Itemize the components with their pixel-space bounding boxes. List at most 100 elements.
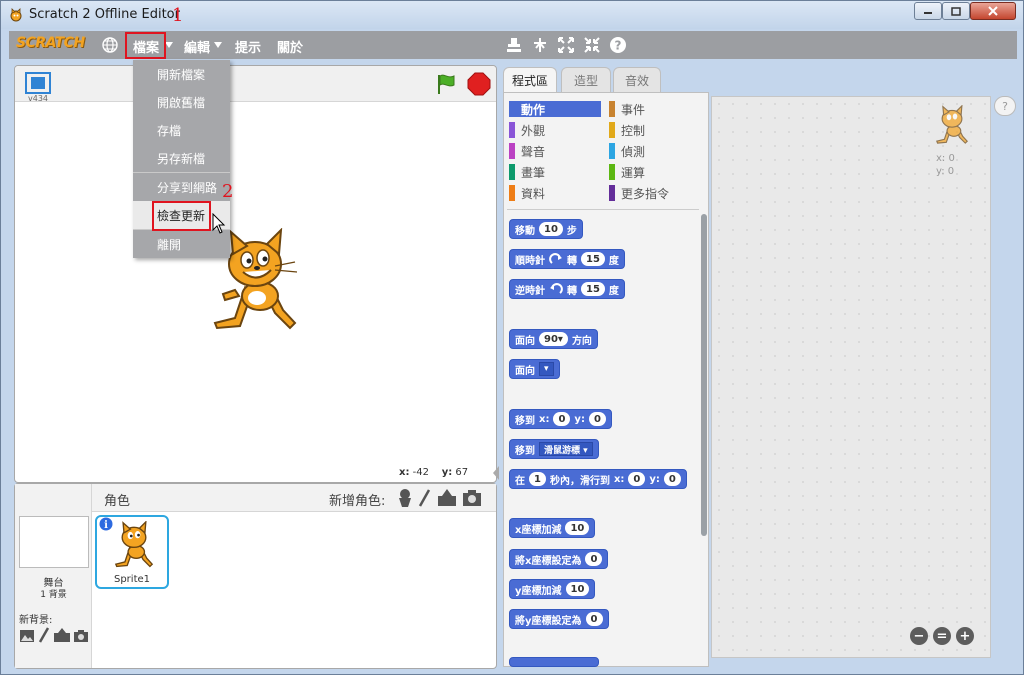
close-icon bbox=[988, 6, 998, 16]
chevron-down-icon bbox=[165, 42, 173, 48]
mouse-coordinates: x: -42 y: 67 bbox=[399, 467, 468, 478]
step-number-2: 2 bbox=[222, 181, 234, 202]
block-point-towards[interactable]: 面向 ▾ bbox=[509, 359, 560, 379]
block-change-x[interactable]: x座標加減 10 bbox=[509, 518, 596, 538]
palette-divider bbox=[507, 209, 699, 210]
cut-scissors-icon[interactable] bbox=[531, 36, 549, 54]
scratch-logo[interactable]: SCRATCH bbox=[16, 35, 85, 51]
tab-scripts[interactable]: 程式區 bbox=[503, 67, 557, 93]
scratch-cat-thumbnail bbox=[114, 521, 154, 568]
menu-item-open[interactable]: 開啟舊檔 bbox=[133, 88, 230, 116]
menu-item-save-as[interactable]: 另存新檔 bbox=[133, 144, 230, 172]
tab-costumes[interactable]: 造型 bbox=[561, 67, 611, 93]
mouse-cursor-icon bbox=[212, 213, 226, 234]
minimize-button[interactable] bbox=[914, 2, 942, 20]
grow-arrows-icon[interactable] bbox=[557, 36, 575, 54]
category-operators[interactable]: 運算 bbox=[609, 164, 701, 180]
sprite-pane: 舞台 1 背景 新背景: 角色 新增角色: i Sprite1 bbox=[14, 483, 497, 669]
menu-item-save[interactable]: 存檔 bbox=[133, 116, 230, 144]
sprite-thumbnail-selected[interactable]: i Sprite1 bbox=[95, 515, 169, 589]
title-bar: Scratch 2 Offline Editor bbox=[1, 1, 1023, 29]
category-data[interactable]: 資料 bbox=[509, 185, 601, 201]
sprite-header: 角色 新增角色: bbox=[92, 484, 496, 512]
app-window: Scratch 2 Offline Editor SCRATCH 檔案 編輯 提… bbox=[0, 0, 1024, 675]
chevron-down-icon bbox=[214, 42, 222, 48]
menu-item-share[interactable]: 分享到網路 bbox=[133, 173, 230, 201]
sprite-x-readout: x: 0 bbox=[936, 153, 955, 164]
sprite-library-icon[interactable] bbox=[396, 488, 414, 508]
version-label: v434 bbox=[28, 94, 49, 103]
zoom-reset-icon[interactable]: = bbox=[933, 627, 951, 645]
new-backdrop-label: 新背景: bbox=[19, 615, 53, 626]
category-motion[interactable]: 動作 bbox=[509, 101, 601, 117]
paint-sprite-icon[interactable] bbox=[417, 488, 431, 508]
category-pen[interactable]: 畫筆 bbox=[509, 164, 601, 180]
stage-thumbnail[interactable] bbox=[19, 516, 89, 568]
block-turn-left[interactable]: 逆時針 轉 15 度 bbox=[509, 279, 625, 299]
block-set-y[interactable]: 將y座標設定為 0 bbox=[509, 609, 609, 629]
sprites-title: 角色 bbox=[104, 494, 131, 509]
camera-icon[interactable] bbox=[73, 629, 89, 643]
scripts-area[interactable] bbox=[711, 96, 991, 658]
sprite-y-readout: y: 0 bbox=[936, 166, 955, 177]
menu-item-new[interactable]: 開新檔案 bbox=[133, 60, 230, 88]
menu-edit[interactable]: 編輯 bbox=[184, 37, 210, 56]
new-sprite-label: 新增角色: bbox=[329, 494, 386, 509]
minimize-icon bbox=[924, 12, 932, 14]
editor-tabs: 程式區 造型 音效 bbox=[503, 65, 993, 93]
x-label: x: bbox=[399, 467, 410, 478]
category-events[interactable]: 事件 bbox=[609, 101, 701, 117]
pencil-icon[interactable] bbox=[38, 627, 50, 643]
green-flag-icon[interactable] bbox=[434, 72, 458, 96]
block-glide[interactable]: 在 1 秒內，滑行到 x: 0 y: 0 bbox=[509, 469, 687, 489]
paint-backdrop-icon[interactable] bbox=[19, 629, 35, 643]
sprite-preview-cat bbox=[936, 105, 968, 144]
block-turn-right[interactable]: 順時針 轉 15 度 bbox=[509, 249, 625, 269]
block-goto-target[interactable]: 移到 滑鼠游標 ▾ bbox=[509, 439, 599, 459]
y-label: y: bbox=[441, 467, 453, 478]
palette-scrollbar[interactable] bbox=[701, 214, 707, 536]
x-value: -42 bbox=[412, 467, 429, 478]
upload-sprite-icon[interactable] bbox=[437, 488, 457, 508]
category-looks[interactable]: 外觀 bbox=[509, 122, 601, 138]
camera-icon[interactable] bbox=[462, 489, 482, 507]
stop-sign-icon[interactable] bbox=[467, 72, 491, 96]
rotate-right-icon bbox=[549, 253, 562, 264]
block-partial[interactable] bbox=[509, 657, 599, 667]
collapse-arrow-icon[interactable] bbox=[492, 465, 500, 481]
stage-toolbar: v434 bbox=[15, 66, 496, 103]
block-change-y[interactable]: y座標加減 10 bbox=[509, 579, 596, 599]
svg-text:?: ? bbox=[615, 39, 622, 53]
backdrop-count: 1 背景 bbox=[40, 590, 67, 600]
block-set-x[interactable]: 將x座標設定為 0 bbox=[509, 549, 609, 569]
presentation-mode-icon[interactable] bbox=[25, 72, 51, 94]
upload-backdrop-icon[interactable] bbox=[53, 627, 71, 643]
scratch-cat-icon bbox=[10, 8, 22, 22]
help-question-icon[interactable]: ? bbox=[609, 36, 627, 54]
maximize-icon bbox=[951, 6, 961, 16]
menu-about[interactable]: 關於 bbox=[277, 37, 303, 56]
highlight-box-check-updates bbox=[152, 201, 211, 231]
duplicate-stamp-icon[interactable] bbox=[505, 36, 523, 54]
category-more-blocks[interactable]: 更多指令 bbox=[609, 185, 701, 201]
language-globe-icon[interactable] bbox=[101, 36, 119, 54]
block-goto-xy[interactable]: 移到 x: 0 y: 0 bbox=[509, 409, 612, 429]
maximize-button[interactable] bbox=[942, 2, 970, 20]
tab-sounds[interactable]: 音效 bbox=[613, 67, 661, 93]
window-title: Scratch 2 Offline Editor bbox=[29, 7, 180, 22]
category-sound[interactable]: 聲音 bbox=[509, 143, 601, 159]
close-button[interactable] bbox=[970, 2, 1016, 20]
category-control[interactable]: 控制 bbox=[609, 122, 701, 138]
svg-text:i: i bbox=[104, 520, 108, 531]
category-sensing[interactable]: 偵測 bbox=[609, 143, 701, 159]
stage-column: 舞台 1 背景 新背景: bbox=[15, 484, 92, 668]
menu-tips[interactable]: 提示 bbox=[235, 37, 261, 56]
zoom-in-icon[interactable]: + bbox=[956, 627, 974, 645]
block-move-steps[interactable]: 移動 10 步 bbox=[509, 219, 583, 239]
help-tab-button[interactable]: ? bbox=[994, 96, 1016, 116]
zoom-out-icon[interactable]: − bbox=[910, 627, 928, 645]
shrink-arrows-icon[interactable] bbox=[583, 36, 601, 54]
sprite-name: Sprite1 bbox=[113, 574, 151, 585]
stage-panel: v434 bbox=[14, 65, 497, 483]
block-point-direction[interactable]: 面向 90▾ 方向 bbox=[509, 329, 598, 349]
